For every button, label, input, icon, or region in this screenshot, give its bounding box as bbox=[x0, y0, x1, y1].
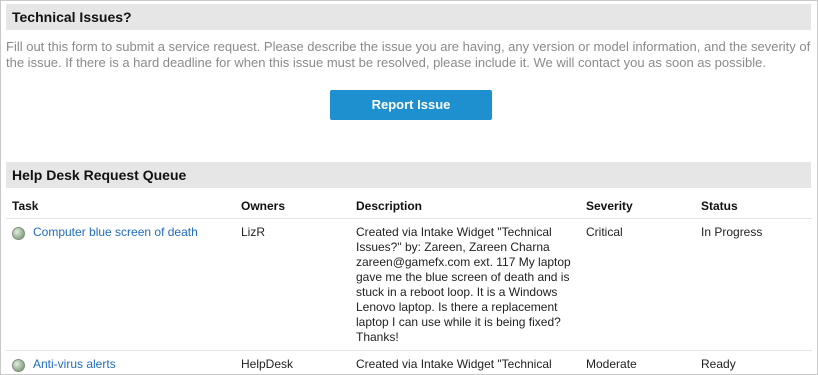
severity-cell: Moderate bbox=[580, 350, 695, 374]
status-circle-icon[interactable] bbox=[12, 227, 25, 240]
status-circle-icon[interactable] bbox=[12, 359, 25, 372]
task-cell: Anti-virus alerts bbox=[6, 350, 235, 374]
queue-header: Help Desk Request Queue bbox=[6, 162, 811, 188]
table-row: Computer blue screen of death LizR Creat… bbox=[6, 218, 812, 351]
report-issue-button[interactable]: Report Issue bbox=[330, 90, 492, 120]
queue-title: Help Desk Request Queue bbox=[12, 167, 187, 183]
intro-text: Fill out this form to submit a service r… bbox=[6, 39, 811, 70]
owners-cell: HelpDesk bbox=[235, 350, 350, 374]
technical-issues-title: Technical Issues? bbox=[12, 9, 132, 25]
status-cell: Ready bbox=[695, 350, 812, 374]
task-link[interactable]: Computer blue screen of death bbox=[33, 225, 198, 240]
description-cell: Created via Intake Widget "Technical Iss… bbox=[350, 218, 580, 351]
task-cell: Computer blue screen of death bbox=[6, 218, 235, 351]
help-desk-panel: Technical Issues? Fill out this form to … bbox=[0, 0, 818, 375]
column-header-owners[interactable]: Owners bbox=[235, 194, 350, 219]
column-header-status[interactable]: Status bbox=[695, 194, 812, 219]
table-row: Anti-virus alerts HelpDesk Created via I… bbox=[6, 350, 812, 374]
description-cell: Created via Intake Widget "Technical Iss… bbox=[350, 350, 580, 374]
table-header-row: Task Owners Description Severity Status bbox=[6, 194, 812, 219]
column-header-task[interactable]: Task bbox=[6, 194, 235, 219]
task-link[interactable]: Anti-virus alerts bbox=[33, 357, 116, 372]
request-queue-table: Task Owners Description Severity Status … bbox=[6, 194, 812, 374]
column-header-description[interactable]: Description bbox=[350, 194, 580, 219]
owners-cell: LizR bbox=[235, 218, 350, 351]
technical-issues-header: Technical Issues? bbox=[6, 4, 811, 30]
severity-cell: Critical bbox=[580, 218, 695, 351]
column-header-severity[interactable]: Severity bbox=[580, 194, 695, 219]
status-cell: In Progress bbox=[695, 218, 812, 351]
